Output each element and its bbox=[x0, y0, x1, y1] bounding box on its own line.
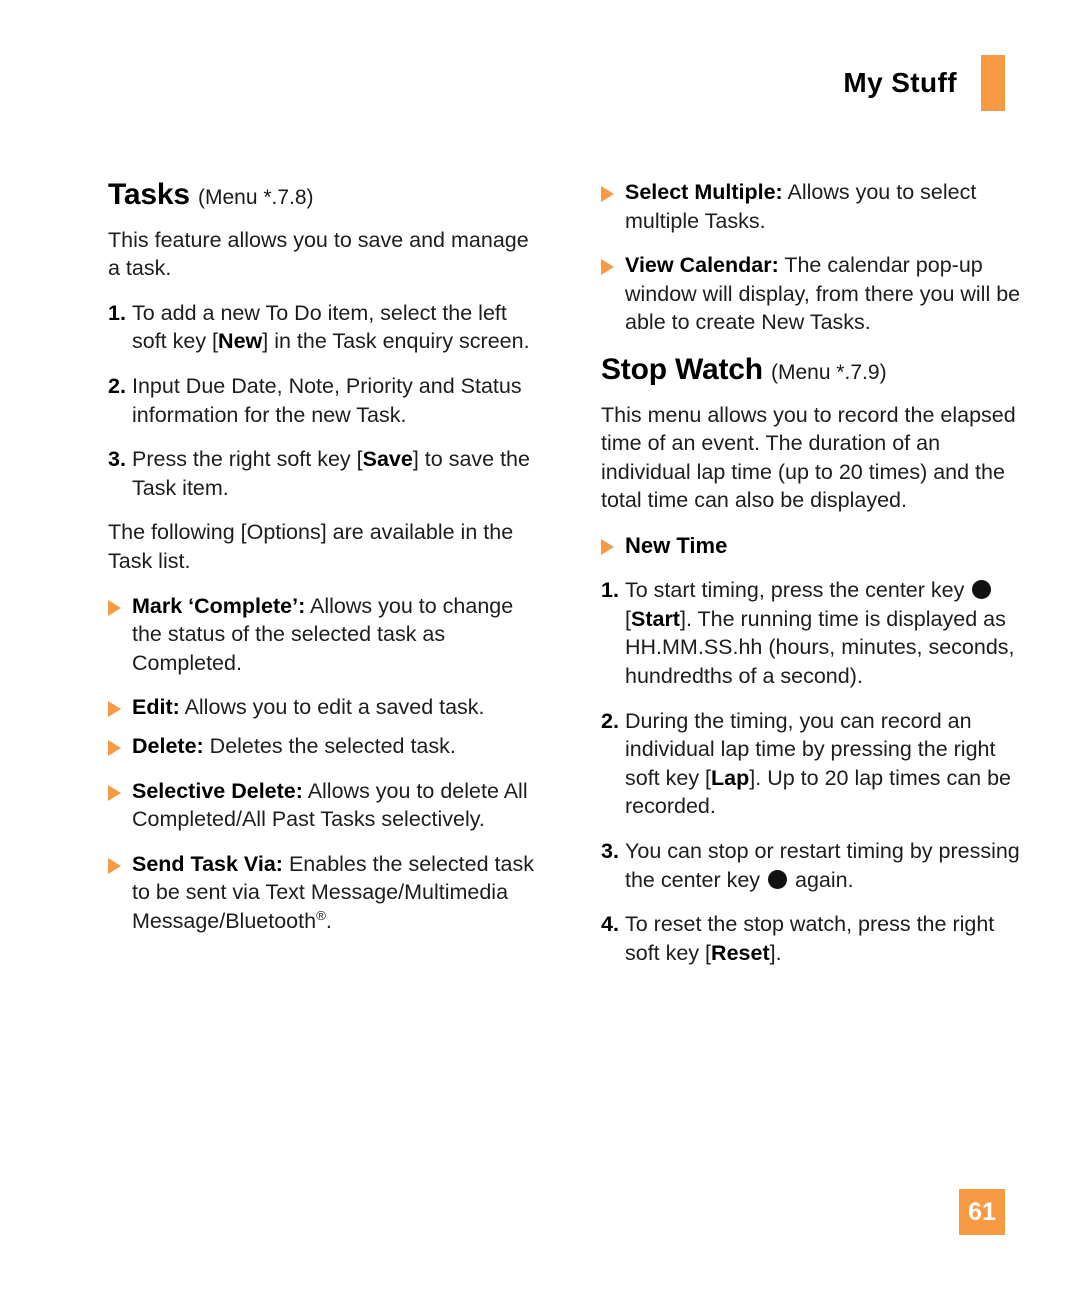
step-text: Input Due Date, Note, Priority and Statu… bbox=[132, 373, 522, 427]
stop-watch-heading-title: Stop Watch bbox=[601, 352, 763, 386]
step-number: 2. bbox=[601, 708, 619, 733]
content-columns: Tasks (Menu *.7.8) This feature allows y… bbox=[108, 178, 1032, 983]
tasks-heading-menu-ref: (Menu *.7.8) bbox=[197, 186, 314, 209]
step-number: 2. bbox=[108, 373, 126, 398]
stop-watch-heading-menu-ref: (Menu *.7.9) bbox=[771, 360, 887, 384]
stop-watch-step-4: 4. To reset the stop watch, press the ri… bbox=[601, 910, 1032, 967]
triangle-bullet-icon bbox=[108, 693, 132, 722]
tasks-step-3: 3. Press the right soft key [Save] to sa… bbox=[108, 445, 539, 502]
step-number: 3. bbox=[601, 838, 619, 863]
page-header: My Stuff bbox=[843, 55, 1005, 111]
step-number: 4. bbox=[601, 912, 619, 937]
stop-watch-step-1: 1. To start timing, press the center key… bbox=[601, 576, 1032, 690]
page-number-badge: 61 bbox=[959, 1189, 1005, 1235]
step-text: During the timing, you can record an ind… bbox=[625, 708, 1012, 819]
tasks-option-send-task-via: Send Task Via: Enables the selected task… bbox=[108, 850, 539, 936]
tasks-intro-paragraph: This feature allows you to save and mana… bbox=[108, 227, 529, 281]
tasks-step-1: 1. To add a new To Do item, select the l… bbox=[108, 299, 539, 356]
triangle-bullet-icon bbox=[601, 178, 625, 235]
stop-watch-new-time-subheading: New Time bbox=[601, 531, 1032, 560]
tasks-option-view-calendar: View Calendar: The calendar pop-up windo… bbox=[601, 251, 1032, 337]
triangle-bullet-icon bbox=[108, 850, 132, 936]
bullet-text: Mark ‘Complete’: Allows you to change th… bbox=[132, 593, 514, 675]
tasks-option-delete: Delete: Deletes the selected task. bbox=[108, 732, 539, 761]
step-text: To reset the stop watch, press the right… bbox=[625, 912, 995, 965]
tasks-options-intro: The following [Options] are available in… bbox=[108, 520, 514, 573]
triangle-bullet-icon bbox=[108, 732, 132, 761]
step-text: To start timing, press the center key [S… bbox=[625, 578, 1015, 688]
stop-watch-step-2: 2. During the timing, you can record an … bbox=[601, 707, 1032, 821]
tasks-option-mark-complete: Mark ‘Complete’: Allows you to change th… bbox=[108, 592, 539, 678]
stop-watch-section-heading: Stop Watch (Menu *.7.9) bbox=[601, 353, 1032, 387]
step-number: 3. bbox=[108, 447, 126, 472]
bullet-text: View Calendar: The calendar pop-up windo… bbox=[625, 253, 1021, 335]
tasks-step-2: 2. Input Due Date, Note, Priority and St… bbox=[108, 372, 539, 429]
step-text: To add a new To Do item, select the left… bbox=[132, 300, 530, 354]
header-accent-tab bbox=[981, 55, 1005, 111]
right-column: Select Multiple: Allows you to select mu… bbox=[601, 178, 1032, 983]
stop-watch-step-3: 3. You can stop or restart timing by pre… bbox=[601, 837, 1032, 894]
bullet-text: Selective Delete: Allows you to delete A… bbox=[132, 778, 528, 832]
bullet-text: New Time bbox=[625, 532, 728, 558]
triangle-bullet-icon bbox=[108, 777, 132, 834]
step-text: Press the right soft key [Save] to save … bbox=[132, 447, 530, 500]
stop-watch-intro-paragraph: This menu allows you to record the elaps… bbox=[601, 402, 1016, 513]
tasks-heading-title: Tasks bbox=[108, 178, 190, 211]
left-column: Tasks (Menu *.7.8) This feature allows y… bbox=[108, 178, 539, 983]
triangle-bullet-icon bbox=[601, 251, 625, 337]
step-text: You can stop or restart timing by pressi… bbox=[625, 838, 1020, 892]
tasks-option-selective-delete: Selective Delete: Allows you to delete A… bbox=[108, 777, 539, 834]
step-number: 1. bbox=[601, 578, 619, 603]
tasks-option-edit: Edit: Allows you to edit a saved task. bbox=[108, 693, 539, 722]
triangle-bullet-icon bbox=[601, 531, 625, 560]
bullet-text: Select Multiple: Allows you to select mu… bbox=[625, 180, 977, 233]
bullet-text: Send Task Via: Enables the selected task… bbox=[132, 851, 534, 933]
tasks-option-select-multiple: Select Multiple: Allows you to select mu… bbox=[601, 178, 1032, 235]
tasks-section-heading: Tasks (Menu *.7.8) bbox=[108, 178, 539, 212]
step-number: 1. bbox=[108, 300, 126, 325]
triangle-bullet-icon bbox=[108, 592, 132, 678]
bullet-text: Delete: Deletes the selected task. bbox=[132, 733, 456, 758]
page-title: My Stuff bbox=[843, 67, 957, 98]
bullet-text: Edit: Allows you to edit a saved task. bbox=[132, 695, 485, 720]
